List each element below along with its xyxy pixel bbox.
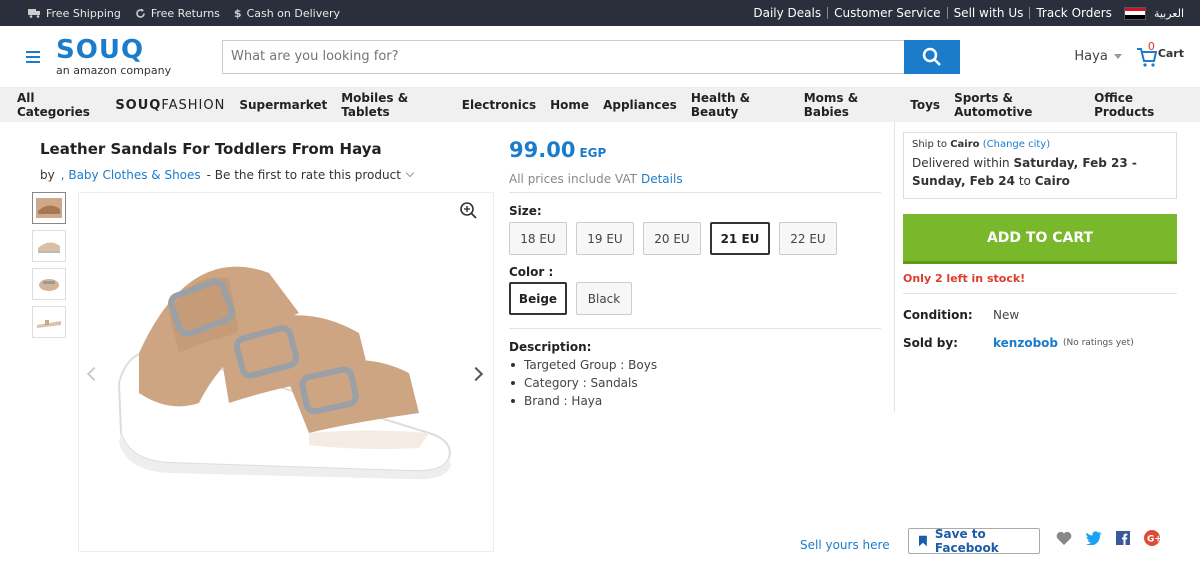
egypt-flag-icon[interactable] [1123,6,1146,20]
thumbnail-3[interactable] [32,268,66,300]
zoom-in-icon[interactable] [459,201,477,219]
chevron-down-icon [1113,54,1122,59]
nav-health-beauty[interactable]: Health & Beauty [691,91,804,119]
refresh-icon [136,8,145,18]
size-19[interactable]: 19 EU [576,222,634,255]
description: Description: Targeted Group : Boys Categ… [509,340,658,410]
dollar-icon: $ [233,6,242,20]
product-image [117,266,451,480]
buy-box: Ship to Cairo (Change city) Delivered wi… [894,122,1200,412]
next-image-icon[interactable] [468,366,484,382]
top-bar: Free Shipping Free Returns $ Cash on Del… [0,0,1200,26]
sell-with-us-link[interactable]: Sell with Us [948,7,1031,19]
nav-toys[interactable]: Toys [910,98,954,112]
change-city-link[interactable]: (Change city) [983,139,1050,150]
color-label: Color : [509,265,554,279]
free-shipping: Free Shipping [28,7,121,20]
size-20[interactable]: 20 EU [643,222,701,255]
seller-row: Sold by: kenzobob (No ratings yet) [903,336,1134,350]
nav-office-products[interactable]: Office Products [1094,91,1200,119]
stock-warning: Only 2 left in stock! [903,272,1026,285]
size-label: Size: [509,204,542,218]
cart-count: 0 [1147,39,1155,53]
nav-appliances[interactable]: Appliances [603,98,691,112]
search-input[interactable] [222,39,904,74]
product-image-viewer [78,192,494,552]
seller-link[interactable]: kenzobob [993,336,1058,350]
condition-row: Condition: New [903,308,1020,322]
free-returns: Free Returns [135,7,220,20]
truck-icon [28,9,40,18]
category-link[interactable]: , Baby Clothes & Shoes [61,168,201,182]
thumbnail-list [32,192,66,338]
chevron-down-icon[interactable] [405,168,415,178]
sell-yours-link[interactable]: Sell yours here [800,538,890,552]
category-nav: All Categories SOUQFASHION Supermarket M… [0,88,1200,122]
google-plus-icon[interactable]: G+ [1144,530,1160,546]
heart-icon[interactable] [1056,531,1072,545]
vat-note: All prices include VAT Details [509,172,683,186]
search-button[interactable] [904,39,960,74]
nav-supermarket[interactable]: Supermarket [239,98,341,112]
product-title: Leather Sandals For Toddlers From Haya [40,140,382,158]
nav-moms-babies[interactable]: Moms & Babies [804,91,911,119]
twitter-icon[interactable] [1086,531,1102,545]
shipping-info: Ship to Cairo (Change city) Delivered wi… [903,132,1177,199]
nav-electronics[interactable]: Electronics [462,98,550,112]
nav-sports-automotive[interactable]: Sports & Automotive [954,91,1094,119]
track-orders-link[interactable]: Track Orders [1030,7,1118,19]
size-21[interactable]: 21 EU [710,222,770,255]
cash-on-delivery: $ Cash on Delivery [233,6,341,20]
nav-home[interactable]: Home [550,98,603,112]
souq-logo[interactable]: SOUQ an amazon company [56,37,196,76]
customer-service-link[interactable]: Customer Service [828,7,948,19]
color-black[interactable]: Black [576,282,632,315]
color-beige[interactable]: Beige [509,282,567,315]
account-menu[interactable]: Haya [1074,49,1122,64]
facebook-icon[interactable] [1116,531,1130,545]
cart-button[interactable]: 0 Cart [1136,40,1184,68]
divider [509,192,881,193]
save-to-facebook-button[interactable]: Save to Facebook [908,527,1040,555]
color-options: Beige Black [509,282,632,315]
price: 99.00 EGP [509,138,607,162]
description-item: Category : Sandals [509,374,657,392]
size-options: 18 EU 19 EU 20 EU 21 EU 22 EU [509,222,837,255]
previous-image-icon[interactable] [86,366,102,382]
description-item: Targeted Group : Boys [509,356,657,374]
size-22[interactable]: 22 EU [779,222,837,255]
thumbnail-1[interactable] [32,192,66,224]
daily-deals-link[interactable]: Daily Deals [747,7,829,19]
header: SOUQ an amazon company Haya 0 Cart [0,26,1200,88]
nav-souq-fashion[interactable]: SOUQFASHION [115,98,239,113]
menu-icon[interactable] [26,50,40,63]
search-icon [922,47,941,66]
svg-text:G+: G+ [1147,535,1160,545]
size-18[interactable]: 18 EU [509,222,567,255]
description-item: Brand : Haya [509,392,657,410]
divider [903,293,1177,294]
thumbnail-4[interactable] [32,306,66,338]
thumbnail-2[interactable] [32,230,66,262]
vat-details-link[interactable]: Details [641,172,683,186]
byline: by , Baby Clothes & Shoes - Be the first… [40,168,415,182]
product-main: Leather Sandals For Toddlers From Haya b… [0,122,1200,560]
rate-product-link[interactable]: - Be the first to rate this product [207,168,401,182]
language-switch[interactable]: العربية [1154,7,1184,20]
bookmark-icon [919,535,927,547]
search-bar [222,39,960,74]
nav-mobiles-tablets[interactable]: Mobiles & Tablets [341,91,462,119]
divider [509,328,881,329]
add-to-cart-button[interactable]: ADD TO CART [903,214,1177,264]
nav-all-categories[interactable]: All Categories [17,91,115,119]
